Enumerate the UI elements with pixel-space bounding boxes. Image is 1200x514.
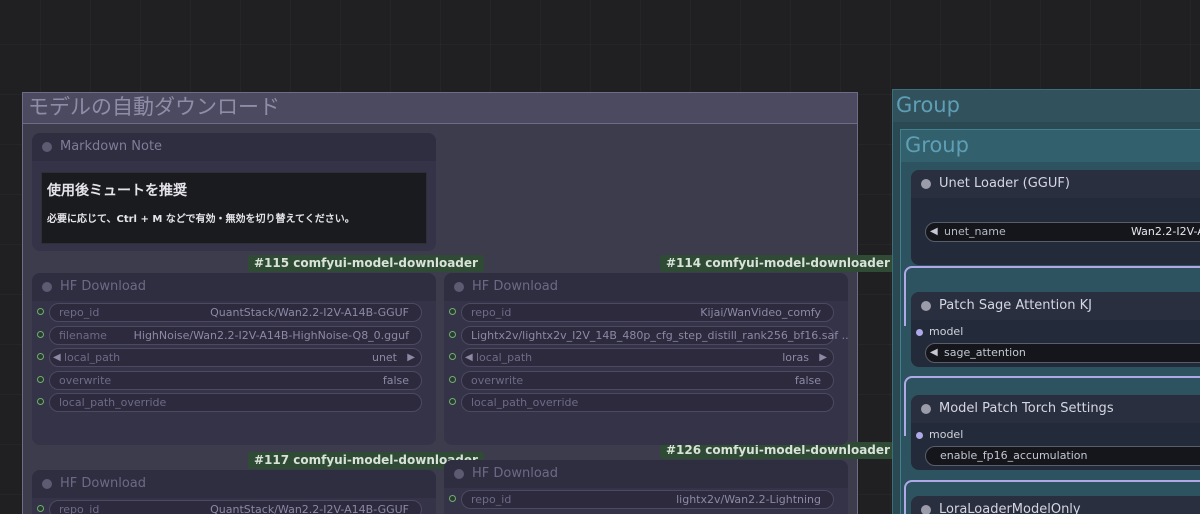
node-header[interactable]: HF Download [32,470,436,498]
collapse-dot-icon[interactable] [42,479,52,489]
overwrite-toggle[interactable]: overwrite false [49,371,422,390]
hf-download-node-115[interactable]: HF Download repo_id QuantStack/Wan2.2-I2… [32,273,436,445]
model-input-socket-icon[interactable] [916,329,923,336]
collapse-dot-icon[interactable] [921,301,931,311]
node-title: HF Download [472,279,559,294]
patch-sage-attention-node[interactable]: Patch Sage Attention KJ model ◀ sage_att… [911,292,1200,367]
input-socket[interactable] [37,376,44,383]
node-header[interactable]: Markdown Note [32,133,436,161]
collapse-dot-icon[interactable] [454,282,464,292]
repo-id-field[interactable]: repo_id Kijai/WanVideo_comfy [461,303,834,322]
repo-id-field[interactable]: repo_id lightx2v/Wan2.2-Lightning [461,490,834,509]
node-header[interactable]: LoraLoaderModelOnly [911,496,1200,514]
node-title: HF Download [60,279,147,294]
model-input-socket-icon[interactable] [916,432,923,439]
sage-attention-combo[interactable]: ◀ sage_attention [925,343,1200,363]
collapse-dot-icon[interactable] [42,142,52,152]
combo-right-arrow-icon[interactable]: ▶ [819,349,827,366]
input-socket[interactable] [37,331,44,338]
collapse-dot-icon[interactable] [454,469,464,479]
combo-left-arrow-icon[interactable]: ◀ [53,349,61,366]
input-socket[interactable] [37,505,44,512]
node-header[interactable]: HF Download [444,460,848,488]
markdown-heading: 使用後ミュートを推奨 [47,183,187,199]
node-header[interactable]: Model Patch Torch Settings [911,395,1200,423]
combo-left-arrow-icon[interactable]: ◀ [930,344,938,362]
collapse-dot-icon[interactable] [921,404,931,414]
repo-id-field[interactable]: repo_id QuantStack/Wan2.2-I2V-A14B-GGUF [49,500,422,514]
input-socket[interactable] [449,398,456,405]
lora-loader-model-only-node[interactable]: LoraLoaderModelOnly [911,496,1200,514]
node-title: Model Patch Torch Settings [939,401,1114,416]
input-socket[interactable] [37,398,44,405]
hf-download-node-114[interactable]: HF Download repo_id Kijai/WanVideo_comfy… [444,273,848,445]
sage-attention-label: sage_attention [944,346,1026,359]
fp16-accumulation-toggle[interactable]: enable_fp16_accumulation [925,446,1200,466]
fp16-accumulation-label: enable_fp16_accumulation [940,449,1088,462]
node-title: HF Download [60,476,147,491]
model-input-label: model [929,325,964,338]
model-input-label: model [929,428,964,441]
node-header[interactable]: HF Download [444,273,848,301]
group-title[interactable]: モデルの自動ダウンロード [23,93,857,124]
unet-loader-node[interactable]: Unet Loader (GGUF) ◀ unet_name Wan2.2-I2… [911,170,1200,265]
unet-name-label: unet_name [944,225,1006,238]
node-title: HF Download [472,466,559,481]
combo-left-arrow-icon[interactable]: ◀ [930,223,938,241]
node-header[interactable]: HF Download [32,273,436,301]
hf-download-node-117[interactable]: HF Download repo_id QuantStack/Wan2.2-I2… [32,470,436,514]
node-header[interactable]: Patch Sage Attention KJ [911,292,1200,320]
node-badge-114: #114 comfyui-model-downloader [660,255,896,272]
filename-field[interactable]: Lightx2v/lightx2v_I2V_14B_480p_cfg_step_… [461,326,848,345]
local-path-combo[interactable]: ◀ local_path unet ▶ [49,348,422,367]
unet-name-combo[interactable]: ◀ unet_name Wan2.2-I2V-A [925,222,1200,242]
combo-right-arrow-icon[interactable]: ▶ [407,349,415,366]
input-socket[interactable] [449,308,456,315]
local-path-combo[interactable]: ◀ local_path loras ▶ [461,348,834,367]
filename-field[interactable]: filename HighNoise/Wan2.2-I2V-A14B-HighN… [49,326,422,345]
local-path-override-field[interactable]: local_path_override [461,393,834,412]
model-patch-torch-settings-node[interactable]: Model Patch Torch Settings model enable_… [911,395,1200,470]
overwrite-toggle[interactable]: overwrite false [461,371,834,390]
collapse-dot-icon[interactable] [921,505,931,514]
markdown-note-node[interactable]: Markdown Note 使用後ミュートを推奨 必要に応じて、Ctrl + M… [32,133,436,251]
markdown-body: 必要に応じて、Ctrl + M などで有効・無効を切り替えてください。 [47,214,355,225]
collapse-dot-icon[interactable] [42,282,52,292]
node-badge-115: #115 comfyui-model-downloader [248,255,484,272]
node-title: Markdown Note [60,139,163,154]
input-socket[interactable] [37,308,44,315]
input-socket[interactable] [449,376,456,383]
input-socket[interactable] [449,331,456,338]
input-socket[interactable] [37,353,44,360]
node-title: Unet Loader (GGUF) [939,176,1070,191]
input-socket[interactable] [449,495,456,502]
node-header[interactable]: Unet Loader (GGUF) [911,170,1200,198]
node-title: LoraLoaderModelOnly [939,502,1081,514]
collapse-dot-icon[interactable] [921,179,931,189]
hf-download-node-126[interactable]: HF Download repo_id lightx2v/Wan2.2-Ligh… [444,460,848,514]
markdown-content[interactable]: 使用後ミュートを推奨 必要に応じて、Ctrl + M などで有効・無効を切り替え… [41,172,427,244]
unet-name-value: Wan2.2-I2V-A [1131,225,1200,238]
group-title[interactable]: Group [901,130,1200,162]
input-socket[interactable] [449,353,456,360]
repo-id-field[interactable]: repo_id QuantStack/Wan2.2-I2V-A14B-GGUF [49,303,422,322]
group-title[interactable]: Group [893,90,1200,122]
combo-left-arrow-icon[interactable]: ◀ [465,349,473,366]
local-path-override-field[interactable]: local_path_override [49,393,422,412]
node-title: Patch Sage Attention KJ [939,298,1092,313]
